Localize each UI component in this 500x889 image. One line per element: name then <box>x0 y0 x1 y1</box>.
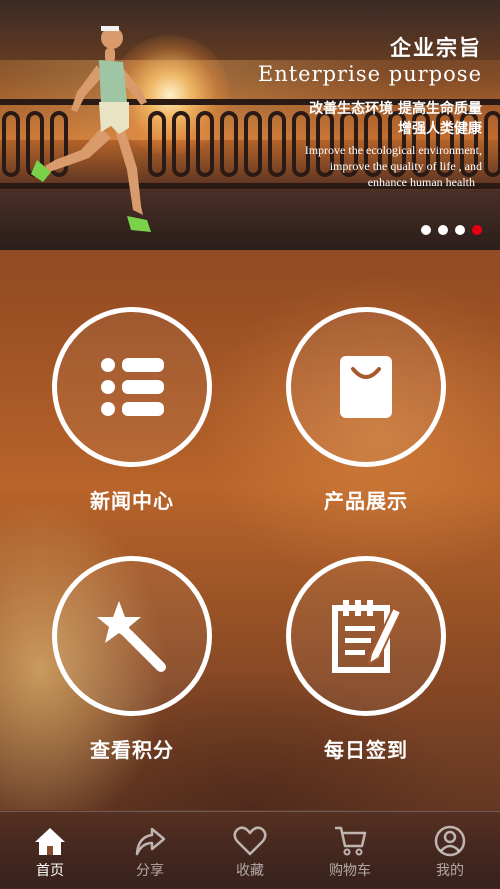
daily-checkin-label: 每日签到 <box>324 738 408 762</box>
banner-title: 企业宗旨 <box>390 36 482 60</box>
carousel-dot[interactable] <box>438 225 448 235</box>
runner-illustration <box>31 26 151 232</box>
carousel-dot[interactable] <box>455 225 465 235</box>
heart-icon <box>233 824 267 858</box>
nav-favorites-label: 收藏 <box>236 863 264 879</box>
banner-en-line3: enhance human health <box>367 175 475 189</box>
nav-profile[interactable]: 我的 <box>400 812 500 889</box>
user-icon <box>434 824 466 858</box>
nav-share-label: 分享 <box>136 863 164 879</box>
news-center-button[interactable] <box>52 307 212 467</box>
carousel-indicator <box>421 225 482 235</box>
product-display-button[interactable] <box>286 307 446 467</box>
magic-wand-icon <box>97 601 166 672</box>
nav-favorites[interactable]: 收藏 <box>200 812 300 889</box>
home-icon <box>34 824 66 858</box>
banner-subtitle: Enterprise purpose <box>257 62 482 86</box>
shopping-bag-icon <box>340 356 392 418</box>
hero-banner[interactable]: 企业宗旨 Enterprise purpose 改善生态环境 提高生命质量 增强… <box>0 0 500 250</box>
view-points-label: 查看积分 <box>90 738 174 762</box>
news-center-label: 新闻中心 <box>90 489 174 513</box>
nav-share[interactable]: 分享 <box>100 812 200 889</box>
news-center-tile[interactable]: 新闻中心 <box>52 307 212 514</box>
notepad-pen-icon <box>332 600 401 673</box>
nav-cart[interactable]: 购物车 <box>300 812 400 889</box>
banner-cn-line2: 增强人类健康 <box>398 121 482 137</box>
view-points-tile[interactable]: 查看积分 <box>52 556 212 763</box>
list-icon <box>101 358 164 416</box>
nav-home-label: 首页 <box>36 863 64 879</box>
bottom-nav: 首页 分享 收藏 购物车 我的 <box>0 811 500 889</box>
nav-cart-label: 购物车 <box>329 863 371 879</box>
product-display-tile[interactable]: 产品展示 <box>286 307 446 514</box>
banner-cn-line1: 改善生态环境 提高生命质量 <box>309 101 482 117</box>
share-icon <box>134 824 166 858</box>
banner-en-line1: Improve the ecological environment, <box>304 143 482 157</box>
view-points-button[interactable] <box>52 556 212 716</box>
carousel-dot[interactable] <box>421 225 431 235</box>
banner-en-line2: improve the quality of life , and <box>329 159 482 173</box>
carousel-dot-active[interactable] <box>472 225 482 235</box>
nav-profile-label: 我的 <box>436 863 464 879</box>
daily-checkin-tile[interactable]: 每日签到 <box>286 556 446 763</box>
cart-icon <box>333 824 367 858</box>
product-display-label: 产品展示 <box>324 489 408 513</box>
nav-home[interactable]: 首页 <box>0 812 100 889</box>
daily-checkin-button[interactable] <box>286 556 446 716</box>
